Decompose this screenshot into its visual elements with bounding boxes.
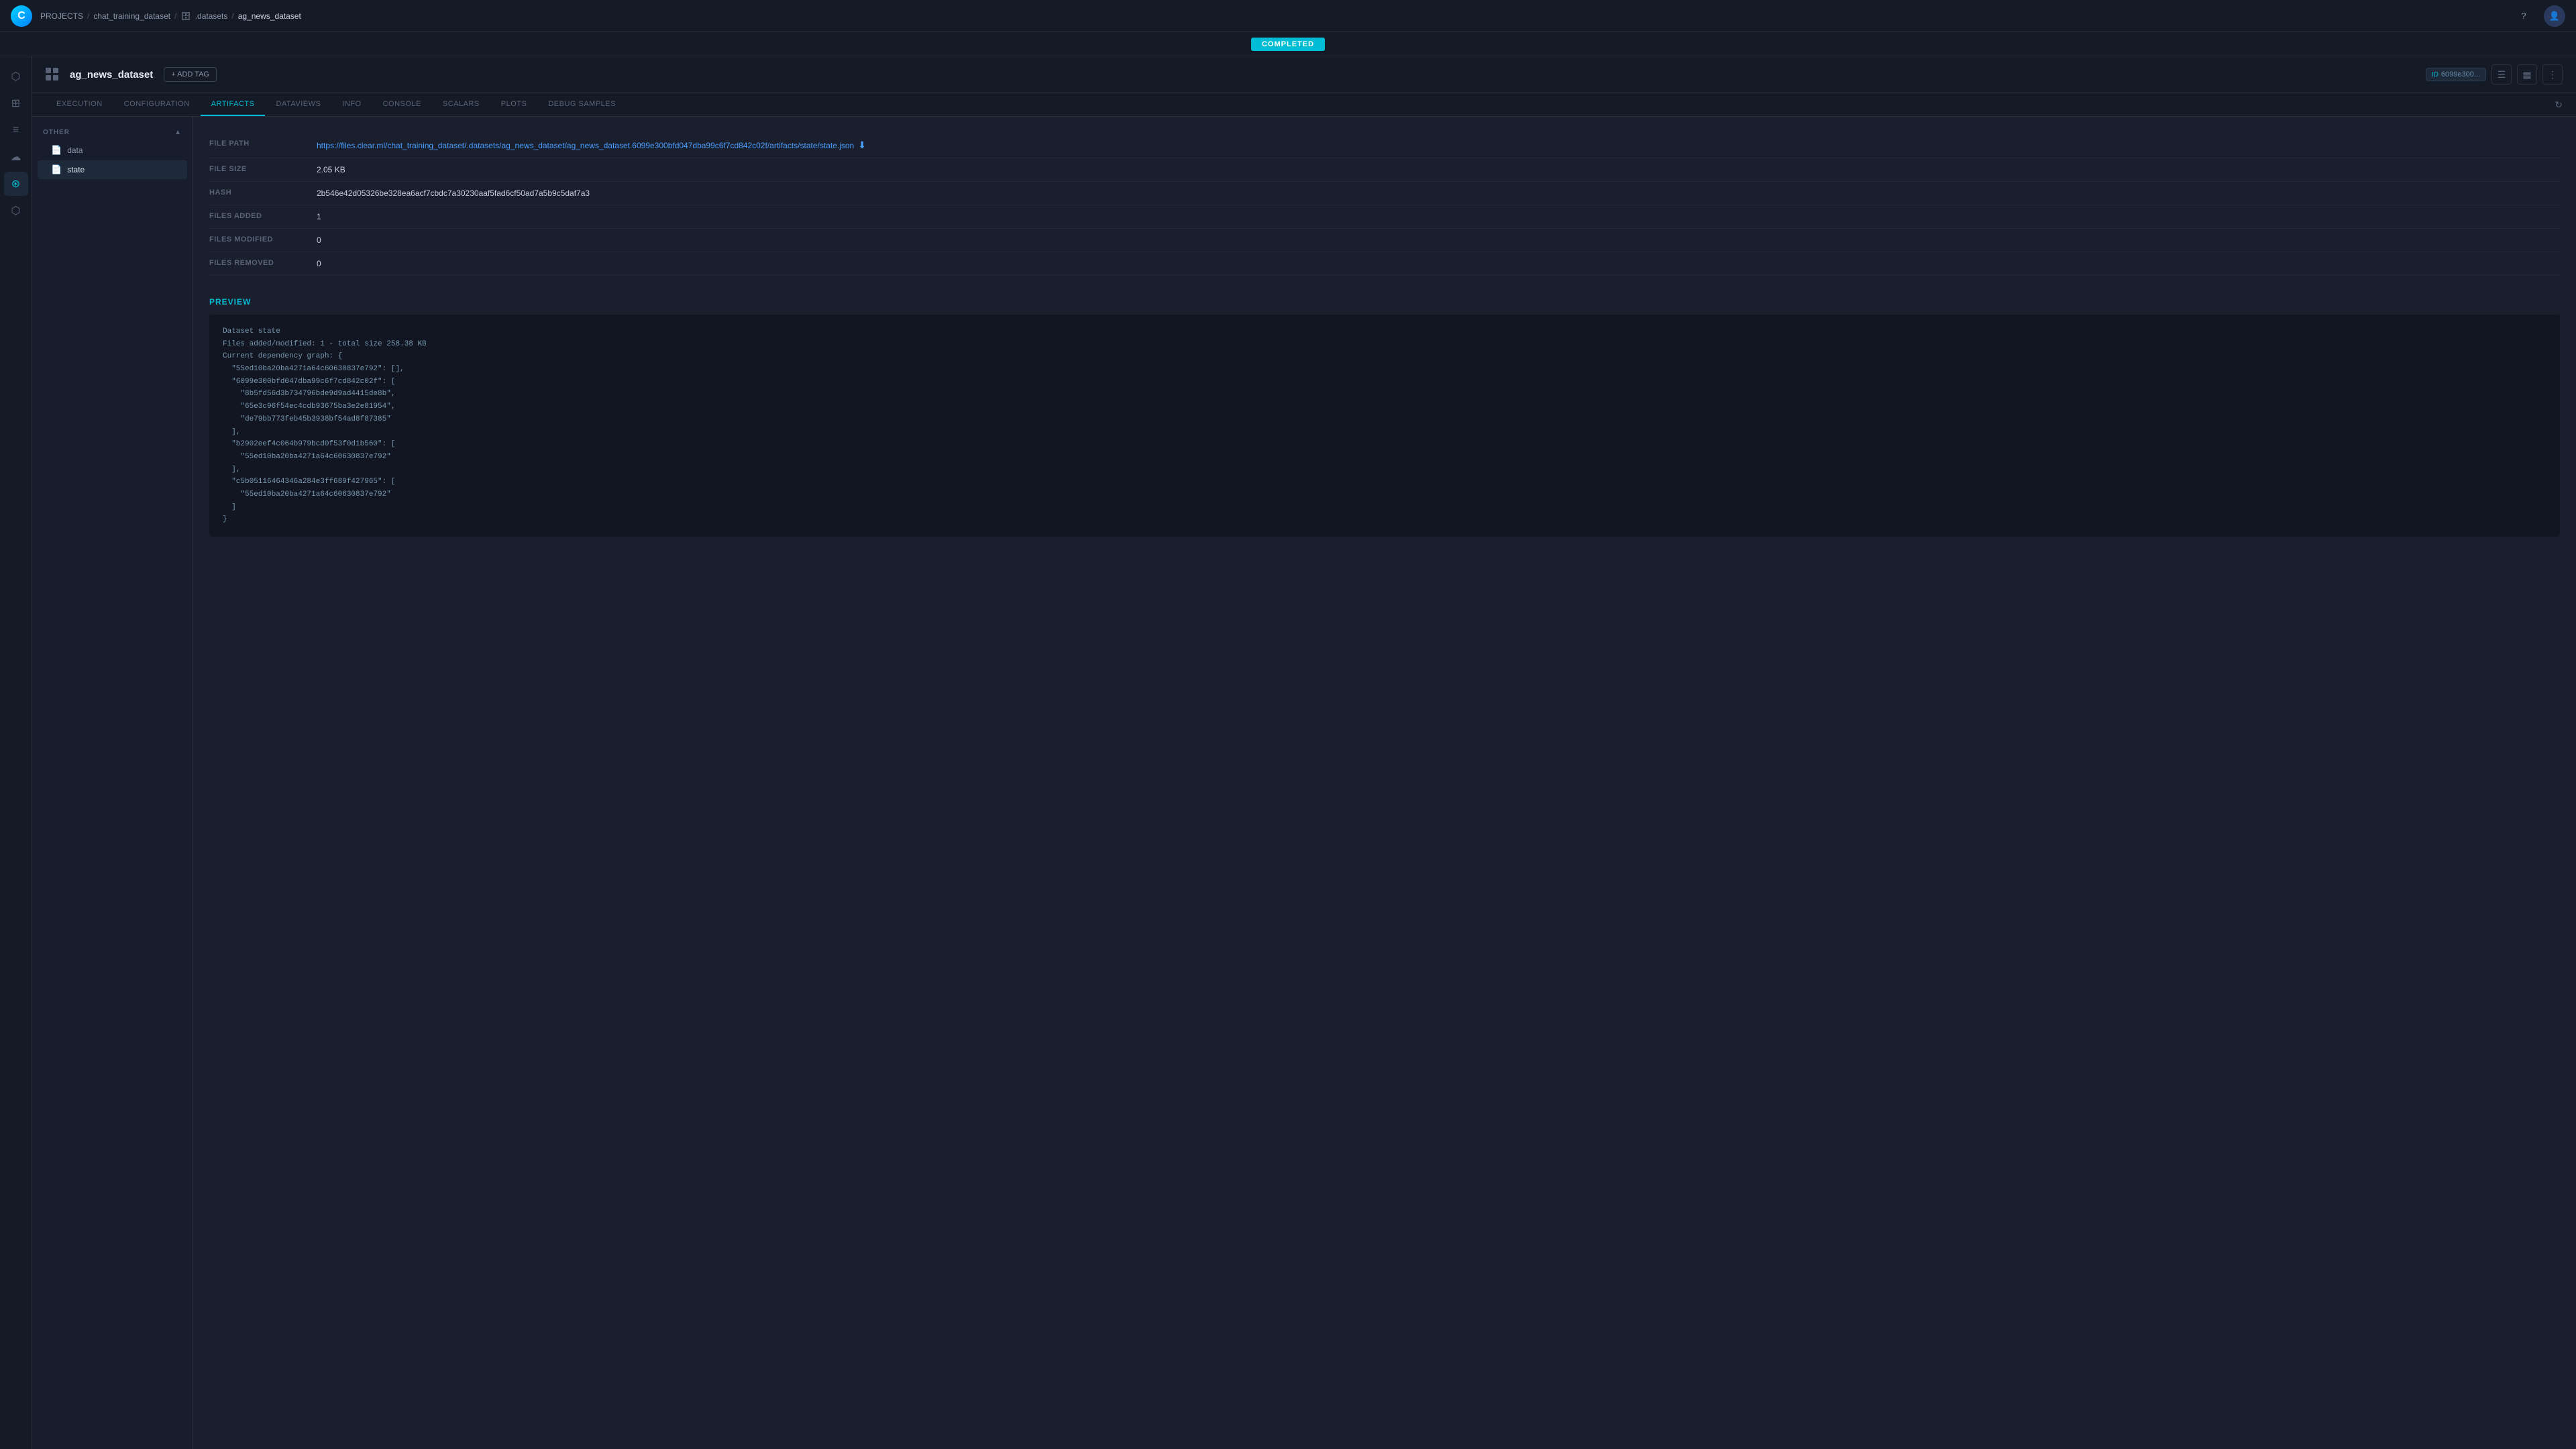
id-badge: ID 6099e300...	[2426, 68, 2486, 81]
files-added-row: FILES ADDED 1	[209, 205, 2560, 229]
tab-configuration[interactable]: CONFIGURATION	[113, 93, 201, 116]
file-tree-item-data[interactable]: 📄 data	[38, 141, 187, 160]
file-icon-state: 📄	[51, 164, 62, 175]
tab-plots[interactable]: PLOTS	[490, 93, 538, 116]
hash-row: HASH 2b546e42d05326be328ea6acf7cbdc7a302…	[209, 182, 2560, 205]
tab-artifacts[interactable]: ARTIFACTS	[201, 93, 266, 116]
dataset-icon	[46, 68, 59, 81]
files-added-label: FILES ADDED	[209, 205, 317, 229]
user-avatar[interactable]: 👤	[2544, 5, 2565, 27]
status-badge: COMPLETED	[1251, 38, 1325, 51]
add-tag-button[interactable]: + ADD TAG	[164, 67, 217, 82]
files-added-value: 1	[317, 205, 2560, 229]
content-area: ag_news_dataset + ADD TAG ID 6099e300...…	[32, 56, 2576, 1449]
breadcrumb-datasets[interactable]: .datasets	[195, 11, 228, 21]
files-modified-row: FILES MODIFIED 0	[209, 229, 2560, 252]
chevron-up-icon: ▲	[174, 129, 182, 136]
files-modified-label: FILES MODIFIED	[209, 229, 317, 252]
file-tree: OTHER ▲ 📄 data 📄 state	[32, 117, 193, 1449]
files-removed-value: 0	[317, 252, 2560, 276]
preview-content: Dataset state Files added/modified: 1 - …	[209, 315, 2560, 537]
list-view-button[interactable]: ☰	[2491, 64, 2512, 85]
file-tree-section-header[interactable]: OTHER ▲	[32, 125, 193, 140]
page-header-actions: ID 6099e300... ☰ ▦ ⋮	[2426, 64, 2563, 85]
file-size-label: FILE SIZE	[209, 158, 317, 182]
download-icon[interactable]: ⬇	[858, 140, 866, 151]
breadcrumb-current: ag_news_dataset	[238, 11, 301, 21]
page-title: ag_news_dataset	[70, 69, 153, 80]
file-tree-other-section: OTHER ▲ 📄 data 📄 state	[32, 125, 193, 179]
tab-scalars[interactable]: SCALARS	[432, 93, 490, 116]
page-header: ag_news_dataset + ADD TAG ID 6099e300...…	[32, 56, 2576, 93]
breadcrumb-datasets-icon: 🗄	[180, 11, 191, 21]
tab-bar: EXECUTION CONFIGURATION ARTIFACTS DATAVI…	[32, 93, 2576, 117]
file-tree-item-state[interactable]: 📄 state	[38, 160, 187, 179]
detail-panel: FILE PATH https://files.clear.ml/chat_tr…	[193, 117, 2576, 1449]
topbar: C PROJECTS / chat_training_dataset / 🗄 .…	[0, 0, 2576, 32]
file-icon-data: 📄	[51, 145, 62, 156]
hash-value: 2b546e42d05326be328ea6acf7cbdc7a30230aaf…	[317, 182, 2560, 205]
files-removed-label: FILES REMOVED	[209, 252, 317, 276]
sidebar-item-home[interactable]: ⬡	[4, 64, 28, 89]
file-size-value: 2.05 KB	[317, 158, 2560, 182]
file-path-row: FILE PATH https://files.clear.ml/chat_tr…	[209, 133, 2560, 158]
preview-label: PREVIEW	[209, 297, 2560, 307]
main-layout: ⬡ ⊞ ≡ ☁ ⊛ ⬡ ag_news_dataset + ADD TAG ID…	[0, 56, 2576, 1449]
breadcrumb: PROJECTS / chat_training_dataset / 🗄 .da…	[40, 11, 301, 21]
files-removed-row: FILES REMOVED 0	[209, 252, 2560, 276]
refresh-icon[interactable]: ↻	[2555, 99, 2563, 111]
app-logo[interactable]: C	[11, 5, 32, 27]
card-view-button[interactable]: ▦	[2517, 64, 2537, 85]
tab-debug-samples[interactable]: DEBUG SAMPLES	[537, 93, 627, 116]
id-label: ID	[2432, 71, 2438, 78]
sidebar-item-dataset[interactable]: ⊛	[4, 172, 28, 196]
status-bar: COMPLETED	[0, 32, 2576, 56]
artifacts-layout: OTHER ▲ 📄 data 📄 state	[32, 117, 2576, 1449]
topbar-actions: ? 👤	[2514, 5, 2565, 27]
sidebar-item-cloud[interactable]: ☁	[4, 145, 28, 169]
left-sidebar: ⬡ ⊞ ≡ ☁ ⊛ ⬡	[0, 56, 32, 1449]
breadcrumb-projects[interactable]: PROJECTS	[40, 11, 83, 21]
sidebar-item-network[interactable]: ⬡	[4, 199, 28, 223]
breadcrumb-dataset[interactable]: chat_training_dataset	[93, 11, 170, 21]
file-path-label: FILE PATH	[209, 133, 317, 158]
tab-execution[interactable]: EXECUTION	[46, 93, 113, 116]
help-icon[interactable]: ?	[2514, 7, 2533, 25]
more-options-button[interactable]: ⋮	[2542, 64, 2563, 85]
tab-info[interactable]: INFO	[331, 93, 372, 116]
files-modified-value: 0	[317, 229, 2560, 252]
file-path-value: https://files.clear.ml/chat_training_dat…	[317, 133, 2560, 158]
tab-console[interactable]: CONSOLE	[372, 93, 432, 116]
hash-label: HASH	[209, 182, 317, 205]
sidebar-item-layers[interactable]: ≡	[4, 118, 28, 142]
tab-dataviews[interactable]: DATAVIEWS	[265, 93, 331, 116]
id-value: 6099e300...	[2441, 70, 2480, 78]
file-size-row: FILE SIZE 2.05 KB	[209, 158, 2560, 182]
sidebar-item-grid[interactable]: ⊞	[4, 91, 28, 115]
file-path-link[interactable]: https://files.clear.ml/chat_training_dat…	[317, 140, 2560, 151]
metadata-table: FILE PATH https://files.clear.ml/chat_tr…	[209, 133, 2560, 276]
preview-section: PREVIEW Dataset state Files added/modifi…	[209, 297, 2560, 537]
